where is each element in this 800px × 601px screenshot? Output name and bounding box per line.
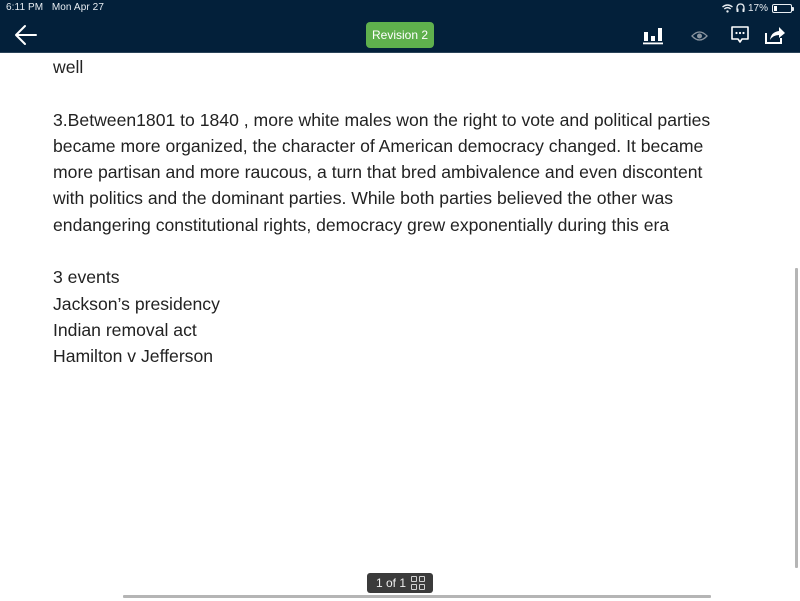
doc-line: became more organized, the character of … bbox=[53, 135, 704, 156]
doc-line: Indian removal act bbox=[53, 319, 197, 340]
battery-percent: 17% bbox=[747, 2, 768, 14]
headphones-icon bbox=[736, 3, 745, 12]
doc-line: with politics and the dominant parties. … bbox=[53, 188, 674, 209]
doc-line: 3 events bbox=[53, 267, 120, 288]
view-button[interactable] bbox=[691, 29, 708, 47]
status-time: 6:11 PM bbox=[6, 2, 44, 13]
doc-line: well bbox=[53, 57, 84, 77]
status-indicators: 17% bbox=[722, 1, 794, 15]
bar-chart-icon bbox=[643, 28, 663, 45]
top-bar: 6:11 PM Mon Apr 27 17% Revision 2 bbox=[0, 0, 800, 53]
wifi-icon bbox=[722, 3, 733, 13]
vertical-scrollbar[interactable] bbox=[795, 268, 798, 568]
stats-button[interactable] bbox=[643, 26, 663, 50]
doc-line: Hamilton v Jefferson bbox=[53, 346, 214, 367]
doc-line: Jackson’s presidency bbox=[53, 293, 220, 314]
page-count: 1 of 1 bbox=[376, 576, 407, 590]
revision-button[interactable]: Revision 2 bbox=[366, 22, 434, 48]
arrow-left-icon bbox=[15, 25, 37, 45]
status-date: Mon Apr 27 bbox=[51, 2, 104, 13]
comment-icon bbox=[731, 26, 749, 43]
doc-line: more partisan and more raucous, a turn t… bbox=[53, 162, 703, 183]
back-button[interactable] bbox=[14, 24, 38, 46]
toolbar-divider bbox=[0, 52, 800, 53]
eye-icon bbox=[691, 31, 708, 41]
doc-line: endangering constitutional rights, democ… bbox=[53, 214, 670, 235]
share-button[interactable] bbox=[764, 25, 786, 50]
horizontal-scrollbar[interactable] bbox=[123, 595, 711, 598]
doc-line: 3.Between1801 to 1840 , more white males… bbox=[53, 109, 711, 130]
grid-view-icon[interactable] bbox=[411, 576, 426, 590]
battery-icon bbox=[772, 3, 794, 13]
share-icon bbox=[765, 27, 785, 44]
page-indicator: 1 of 1 bbox=[367, 573, 433, 593]
comments-button[interactable] bbox=[730, 25, 750, 50]
status-time-date: 6:11 PM Mon Apr 27 bbox=[6, 2, 104, 13]
document-body: well 3.Between1801 to 1840 , more white … bbox=[53, 54, 793, 370]
